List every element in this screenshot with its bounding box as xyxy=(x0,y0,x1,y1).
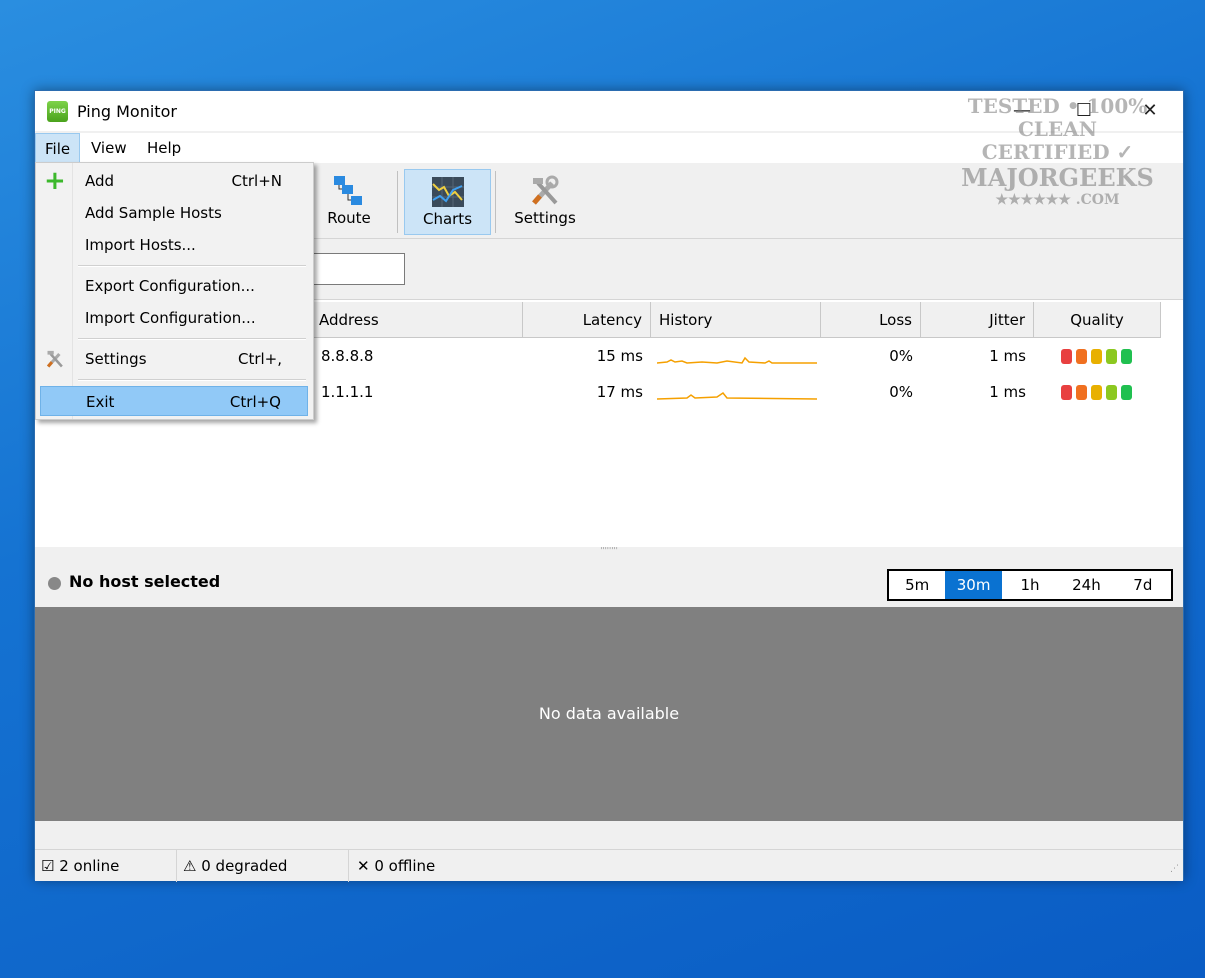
jitter-cell: 1 ms xyxy=(989,383,1026,401)
settings-label: Settings xyxy=(514,209,576,227)
splitter-handle[interactable]: '''''''' xyxy=(35,547,1183,561)
menu-item-import-configuration[interactable]: Import Configuration... xyxy=(40,303,308,333)
jitter-cell: 1 ms xyxy=(989,347,1026,365)
menu-separator xyxy=(78,265,306,267)
menu-item-label: Exit xyxy=(86,393,115,411)
column-header-address[interactable]: Address xyxy=(311,302,523,338)
menu-separator xyxy=(78,338,306,340)
menu-item-settings[interactable]: Settings Ctrl+, xyxy=(40,344,308,374)
app-logo-icon: PING xyxy=(47,101,68,122)
time-range-selector: 5m 30m 1h 24h 7d xyxy=(887,569,1173,601)
column-header-history[interactable]: History xyxy=(651,302,821,338)
menu-item-shortcut: Ctrl+N xyxy=(231,172,282,190)
tools-icon xyxy=(532,175,559,205)
range-1h[interactable]: 1h xyxy=(1002,571,1058,599)
route-label: Route xyxy=(327,209,371,227)
plus-icon: + xyxy=(44,166,66,196)
range-5m[interactable]: 5m xyxy=(889,571,945,599)
degraded-count: 0 degraded xyxy=(201,857,288,875)
toolbar-separator xyxy=(495,171,496,233)
offline-count: 0 offline xyxy=(374,857,436,875)
quality-indicator xyxy=(1053,338,1144,374)
file-menu-dropdown: + Add Ctrl+N Add Sample Hosts Import Host… xyxy=(35,162,314,420)
column-header-loss[interactable]: Loss xyxy=(821,302,921,338)
checkbox-icon: ☑ xyxy=(41,857,55,875)
charts-button[interactable]: Charts xyxy=(404,169,491,235)
menu-help[interactable]: Help xyxy=(138,133,190,163)
close-button[interactable]: ✕ xyxy=(1127,91,1173,131)
quality-indicator xyxy=(1053,374,1144,410)
range-24h[interactable]: 24h xyxy=(1058,571,1114,599)
menu-item-export-configuration[interactable]: Export Configuration... xyxy=(40,271,308,301)
host-detail-header: No host selected 5m 30m 1h 24h 7d xyxy=(35,561,1183,607)
menu-item-import-hosts[interactable]: Import Hosts... xyxy=(40,230,308,260)
menu-item-add-sample-hosts[interactable]: Add Sample Hosts xyxy=(40,198,308,228)
charts-label: Charts xyxy=(422,210,473,228)
empty-chart-message: No data available xyxy=(538,704,680,723)
loss-cell: 0% xyxy=(889,347,913,365)
warning-icon: ⚠ xyxy=(183,857,197,875)
menu-item-label: Export Configuration... xyxy=(85,277,255,295)
minimize-button[interactable]: — xyxy=(999,91,1045,131)
filter-input[interactable] xyxy=(311,253,405,285)
latency-cell: 15 ms xyxy=(596,347,643,365)
chart-area: No data available xyxy=(35,607,1183,821)
column-header-quality[interactable]: Quality xyxy=(1034,302,1161,338)
title-bar: PING Ping Monitor — ☐ ✕ xyxy=(35,91,1183,131)
menu-item-shortcut: Ctrl+, xyxy=(237,350,282,368)
x-icon: ✕ xyxy=(357,857,370,875)
address-cell: 8.8.8.8 xyxy=(321,347,374,365)
menu-separator xyxy=(78,379,306,381)
history-sparkline xyxy=(657,356,817,364)
settings-button[interactable]: Settings xyxy=(503,169,587,235)
history-sparkline xyxy=(657,391,817,400)
status-bar: ☑ 2 online ⚠ 0 degraded ✕ 0 offline ⋰ xyxy=(35,849,1183,882)
maximize-button[interactable]: ☐ xyxy=(1061,91,1107,131)
menu-item-label: Add xyxy=(85,172,115,190)
status-online: ☑ 2 online xyxy=(35,850,177,882)
menu-item-exit[interactable]: Exit Ctrl+Q xyxy=(40,386,308,416)
tools-icon xyxy=(46,350,63,368)
column-header-latency[interactable]: Latency xyxy=(523,302,651,338)
latency-cell: 17 ms xyxy=(596,383,643,401)
range-7d[interactable]: 7d xyxy=(1115,571,1171,599)
column-header-jitter[interactable]: Jitter xyxy=(921,302,1034,338)
toolbar-separator xyxy=(397,171,398,233)
menu-item-label: Settings xyxy=(85,350,147,368)
loss-cell: 0% xyxy=(889,383,913,401)
status-offline: ✕ 0 offline xyxy=(351,850,511,882)
address-cell: 1.1.1.1 xyxy=(321,383,374,401)
range-30m[interactable]: 30m xyxy=(945,571,1002,599)
menu-file[interactable]: File xyxy=(35,133,81,163)
status-degraded: ⚠ 0 degraded xyxy=(177,850,349,882)
menu-item-label: Import Configuration... xyxy=(85,309,256,327)
menu-bar: File View Help xyxy=(35,133,1183,163)
selected-host-label: No host selected xyxy=(69,572,221,591)
route-button[interactable]: Route xyxy=(315,169,383,235)
route-icon xyxy=(334,176,362,205)
menu-item-label: Add Sample Hosts xyxy=(85,204,222,222)
online-count: 2 online xyxy=(59,857,120,875)
menu-view[interactable]: View xyxy=(82,133,136,163)
menu-item-label: Import Hosts... xyxy=(85,236,196,254)
resize-grip-icon[interactable]: ⋰ xyxy=(1170,864,1179,874)
menu-item-add[interactable]: + Add Ctrl+N xyxy=(40,166,308,196)
charts-icon xyxy=(431,177,464,207)
status-dot-icon xyxy=(48,577,61,590)
window-title: Ping Monitor xyxy=(77,102,177,121)
menu-item-shortcut: Ctrl+Q xyxy=(229,393,281,411)
